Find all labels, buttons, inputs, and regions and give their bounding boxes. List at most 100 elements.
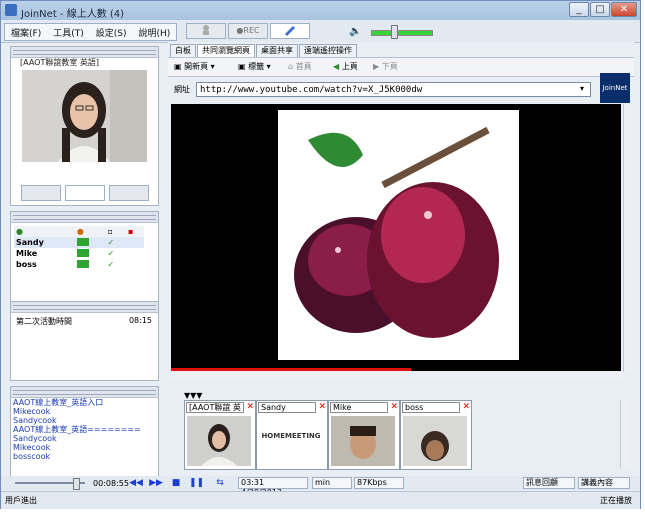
new-page-button[interactable]: ▣ 開新頁 ▾ [174,61,215,73]
volume-slider[interactable] [371,30,433,36]
next-button[interactable]: ▶ 下頁 [373,61,398,73]
main-menu: 檔案(F) 工具(T) 設定(S) 說明(H) [4,23,178,41]
close-icon[interactable]: ✕ [462,402,470,412]
playing-status: 正在播放 [600,496,632,505]
menu-settings[interactable]: 設定(S) [90,24,133,40]
tab-whiteboard[interactable]: 白板 [170,44,196,57]
prev-button[interactable]: ◀ 上頁 [333,61,358,73]
chat-line: bosscook [13,452,51,461]
playback-progress[interactable] [171,368,411,371]
video-owner-label: [AAOT聯誼教室 英語] [20,58,99,67]
viewer-hscrollbar[interactable] [171,372,623,380]
strip-scrollbar[interactable] [620,400,630,468]
url-dropdown-icon[interactable]: ▾ [580,84,584,93]
panel-grip[interactable] [11,387,158,398]
camera-controls [21,185,149,201]
participant-select[interactable]: Mike [330,402,388,413]
viewer-vscrollbar[interactable] [623,104,633,372]
participant-tile[interactable]: Sandy ✕ HOMEMEETING [256,400,328,470]
user-row[interactable]: Sandy ✓ [14,237,144,248]
participant-tile[interactable]: boss ✕ [400,400,472,470]
menu-file[interactable]: 檔案(F) [5,24,47,40]
url-input[interactable]: http://www.youtube.com/watch?v=X_J5K000d… [196,82,591,97]
video-panel: [AAOT聯誼教室 英語] [10,46,159,206]
elapsed-time: 00:08:55 [93,479,129,488]
questions-panel: 第二次活動時間 08:15 [10,301,159,381]
lecture-notes-button[interactable]: 講義內容 [578,477,630,489]
bookmark-button[interactable]: ▣ 標籤 ▾ [238,61,271,73]
flag-col-icon: ▪ [127,227,134,236]
participant-video [331,416,395,466]
participant-video-strip: ▼▼▼ [AAOT聯誼 英 ✕ Sandy ✕ HOMEMEETING Mike… [168,391,634,473]
participant-select[interactable]: boss [402,402,460,413]
audio-level-icon [75,248,106,259]
mode-tabs: 白板 共同瀏覽網頁 桌面共享 遠端遙控操作 [170,44,358,57]
hand-icon [203,25,209,35]
participant-tile[interactable]: [AAOT聯誼 英 ✕ [184,400,256,470]
close-icon[interactable]: ✕ [318,402,326,412]
quality-field: min [312,477,352,489]
menu-tools[interactable]: 工具(T) [47,24,90,40]
menu-bar: 檔案(F) 工具(T) 設定(S) 說明(H) ●REC 🔈 [1,20,640,43]
joinnet-logo: JoinNet [600,73,630,103]
plums-image [294,126,499,338]
chat-line: Sandycook [13,434,57,443]
wrench-icon [285,26,295,36]
snapshot-button[interactable] [109,185,149,201]
close-button[interactable]: ✕ [611,2,637,17]
participant-select[interactable]: Sandy [258,402,316,413]
message-recall-button[interactable]: 訊息回顧 [523,477,575,489]
user-row[interactable]: Mike ✓ [14,248,144,259]
user-row[interactable]: boss ✓ [14,259,144,270]
seek-thumb[interactable] [73,478,80,490]
app-window: JoinNet - 線上人數 (4) _ □ ✕ 檔案(F) 工具(T) 設定(… [0,0,641,509]
bitrate-field: 87Kbps [354,477,404,489]
tab-remote-control[interactable]: 遠端遙控操作 [299,44,357,57]
speaker-icon[interactable]: 🔈 [349,26,361,37]
url-label: 網址 [174,85,190,94]
close-icon[interactable]: ✕ [246,402,254,412]
next-label: 下頁 [381,62,398,71]
tab-cobrowse[interactable]: 共同瀏覽網頁 [197,44,255,57]
left-panel: [AAOT聯誼教室 英語] ● ● ▫ ▪ Sandy ✓ Mike ✓ bos… [10,46,159,488]
check-icon: ✓ [107,260,115,269]
timestamp-field: 03:31 4/30/2013 [238,477,308,497]
loop-icon[interactable]: ⇆ [213,478,227,488]
raise-hand-button[interactable] [186,23,226,39]
menu-help[interactable]: 說明(H) [132,24,176,40]
share-video-button[interactable] [65,185,105,201]
panel-grip[interactable] [11,302,158,313]
chat-line: AAOT線上教室_英語======== [13,425,141,434]
bookmark-label: 標籤 [248,62,265,71]
main-area: 白板 共同瀏覽網頁 桌面共享 遠端遙控操作 ▣ 開新頁 ▾ ▣ 標籤 ▾ ⌂ 首… [168,42,634,381]
participant-tile[interactable]: Mike ✕ [328,400,400,470]
audio-level-icon [75,237,106,248]
stop-icon[interactable]: ■ [169,478,183,488]
fast-forward-icon[interactable]: ▶▶ [149,478,163,488]
strip-collapse-icon[interactable]: ▼▼▼ [184,391,202,400]
participant-select[interactable]: [AAOT聯誼 英 [186,402,244,413]
chat-line: Sandycook [13,416,57,425]
maximize-button[interactable]: □ [590,2,610,17]
camera-toggle-button[interactable] [21,185,61,201]
tab-desktop-share[interactable]: 桌面共享 [256,44,298,57]
close-icon[interactable]: ✕ [390,402,398,412]
rewind-icon[interactable]: ◀◀ [129,478,143,488]
home-button[interactable]: ⌂ 首頁 [288,61,312,73]
user-activity-label: 用戶進出 [5,496,37,505]
user-table: ● ● ▫ ▪ Sandy ✓ Mike ✓ boss ✓ [14,226,144,270]
user-list-panel: ● ● ▫ ▪ Sandy ✓ Mike ✓ boss ✓ [10,211,159,306]
volume-knob[interactable] [391,25,398,39]
tools-button[interactable] [270,23,310,39]
chat-line: AAOT線上教室_英語入口 [13,398,104,407]
minimize-button[interactable]: _ [569,2,589,17]
new-page-label: 開新頁 [184,62,209,71]
web-viewer[interactable] [171,104,621,371]
app-icon [5,4,17,16]
pause-icon[interactable]: ❚❚ [189,478,204,488]
banner-text: HOMEMEETING [261,432,321,440]
question-time: 08:15 [128,316,152,325]
panel-grip[interactable] [11,212,158,223]
local-camera-feed [22,70,147,162]
record-button[interactable]: ●REC [228,23,268,39]
